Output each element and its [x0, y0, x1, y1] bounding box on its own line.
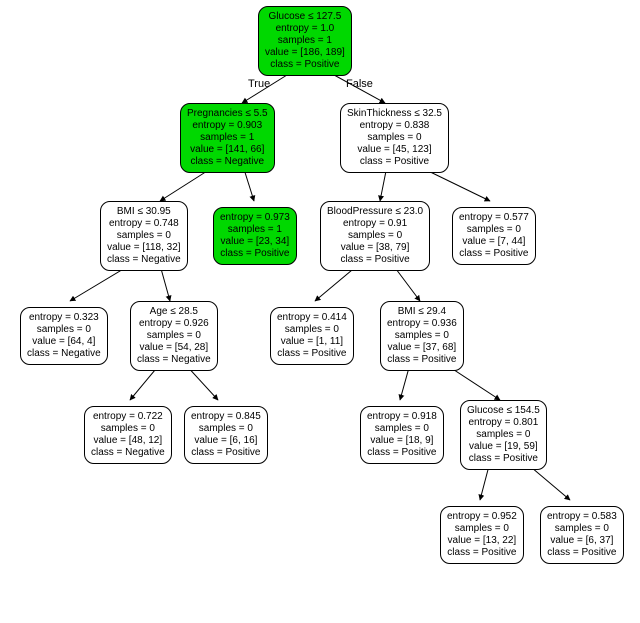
edge-label-false: False: [346, 78, 373, 90]
node-text: samples = 1: [265, 35, 345, 47]
node-text: entropy = 0.323: [27, 312, 101, 324]
node-text: class = Positive: [220, 248, 290, 260]
node-text: value = [19, 59]: [467, 441, 540, 453]
tree-node: BMI ≤ 30.95 entropy = 0.748 samples = 0 …: [100, 201, 188, 271]
node-text: value = [23, 34]: [220, 236, 290, 248]
node-text: class = Positive: [367, 447, 437, 459]
edge-label-true: True: [248, 78, 270, 90]
node-text: class = Positive: [327, 254, 423, 266]
tree-node: entropy = 0.973 samples = 1 value = [23,…: [213, 207, 297, 265]
node-text: value = [141, 66]: [187, 144, 268, 156]
node-text: value = [6, 16]: [191, 435, 261, 447]
node-text: value = [13, 22]: [447, 535, 517, 547]
node-text: Pregnancies ≤ 5.5: [187, 108, 268, 120]
node-text: class = Negative: [187, 156, 268, 168]
node-text: entropy = 0.936: [387, 318, 457, 330]
tree-node: entropy = 0.918 samples = 0 value = [18,…: [360, 406, 444, 464]
node-text: entropy = 0.918: [367, 411, 437, 423]
node-text: BloodPressure ≤ 23.0: [327, 206, 423, 218]
node-text: entropy = 0.583: [547, 511, 617, 523]
node-text: samples = 0: [191, 423, 261, 435]
node-text: entropy = 0.903: [187, 120, 268, 132]
node-text: class = Negative: [107, 254, 181, 266]
tree-node-root: Glucose ≤ 127.5 entropy = 1.0 samples = …: [258, 6, 352, 76]
node-text: class = Positive: [347, 156, 442, 168]
node-text: value = [37, 68]: [387, 342, 457, 354]
node-text: value = [6, 37]: [547, 535, 617, 547]
tree-node: Age ≤ 28.5 entropy = 0.926 samples = 0 v…: [130, 301, 218, 371]
node-text: class = Negative: [137, 354, 211, 366]
node-text: samples = 0: [277, 324, 347, 336]
node-text: samples = 0: [137, 330, 211, 342]
node-text: value = [38, 79]: [327, 242, 423, 254]
tree-node: entropy = 0.577 samples = 0 value = [7, …: [452, 207, 536, 265]
node-text: BMI ≤ 29.4: [387, 306, 457, 318]
node-text: SkinThickness ≤ 32.5: [347, 108, 442, 120]
node-text: samples = 0: [459, 224, 529, 236]
node-text: samples = 0: [467, 429, 540, 441]
node-text: value = [7, 44]: [459, 236, 529, 248]
tree-node: entropy = 0.414 samples = 0 value = [1, …: [270, 307, 354, 365]
node-text: value = [54, 28]: [137, 342, 211, 354]
node-text: samples = 1: [220, 224, 290, 236]
node-text: Age ≤ 28.5: [137, 306, 211, 318]
tree-node: BMI ≤ 29.4 entropy = 0.936 samples = 0 v…: [380, 301, 464, 371]
node-text: class = Negative: [27, 348, 101, 360]
node-text: samples = 0: [91, 423, 165, 435]
tree-node: SkinThickness ≤ 32.5 entropy = 0.838 sam…: [340, 103, 449, 173]
node-text: class = Positive: [459, 248, 529, 260]
node-text: entropy = 1.0: [265, 23, 345, 35]
node-text: entropy = 0.414: [277, 312, 347, 324]
node-text: entropy = 0.722: [91, 411, 165, 423]
node-text: class = Positive: [277, 348, 347, 360]
node-text: entropy = 0.577: [459, 212, 529, 224]
node-text: class = Positive: [467, 453, 540, 465]
tree-node: Pregnancies ≤ 5.5 entropy = 0.903 sample…: [180, 103, 275, 173]
node-text: samples = 0: [107, 230, 181, 242]
tree-node: entropy = 0.583 samples = 0 value = [6, …: [540, 506, 624, 564]
node-text: samples = 0: [447, 523, 517, 535]
node-text: class = Positive: [547, 547, 617, 559]
node-text: entropy = 0.952: [447, 511, 517, 523]
node-text: Glucose ≤ 127.5: [265, 11, 345, 23]
node-text: value = [118, 32]: [107, 242, 181, 254]
node-text: value = [64, 4]: [27, 336, 101, 348]
node-text: samples = 0: [367, 423, 437, 435]
node-text: entropy = 0.748: [107, 218, 181, 230]
node-text: class = Negative: [91, 447, 165, 459]
node-text: entropy = 0.91: [327, 218, 423, 230]
node-text: BMI ≤ 30.95: [107, 206, 181, 218]
node-text: class = Positive: [191, 447, 261, 459]
tree-node: entropy = 0.952 samples = 0 value = [13,…: [440, 506, 524, 564]
node-text: value = [45, 123]: [347, 144, 442, 156]
node-text: value = [186, 189]: [265, 47, 345, 59]
node-text: entropy = 0.845: [191, 411, 261, 423]
node-text: Glucose ≤ 154.5: [467, 405, 540, 417]
tree-node: Glucose ≤ 154.5 entropy = 0.801 samples …: [460, 400, 547, 470]
node-text: value = [48, 12]: [91, 435, 165, 447]
node-text: value = [1, 11]: [277, 336, 347, 348]
node-text: class = Positive: [387, 354, 457, 366]
tree-node: entropy = 0.845 samples = 0 value = [6, …: [184, 406, 268, 464]
node-text: entropy = 0.838: [347, 120, 442, 132]
node-text: class = Positive: [265, 59, 345, 71]
node-text: samples = 0: [347, 132, 442, 144]
tree-node: entropy = 0.722 samples = 0 value = [48,…: [84, 406, 172, 464]
node-text: samples = 0: [327, 230, 423, 242]
node-text: samples = 0: [387, 330, 457, 342]
node-text: samples = 1: [187, 132, 268, 144]
node-text: value = [18, 9]: [367, 435, 437, 447]
node-text: entropy = 0.801: [467, 417, 540, 429]
tree-node: BloodPressure ≤ 23.0 entropy = 0.91 samp…: [320, 201, 430, 271]
node-text: entropy = 0.973: [220, 212, 290, 224]
node-text: class = Positive: [447, 547, 517, 559]
node-text: entropy = 0.926: [137, 318, 211, 330]
node-text: samples = 0: [27, 324, 101, 336]
node-text: samples = 0: [547, 523, 617, 535]
tree-node: entropy = 0.323 samples = 0 value = [64,…: [20, 307, 108, 365]
